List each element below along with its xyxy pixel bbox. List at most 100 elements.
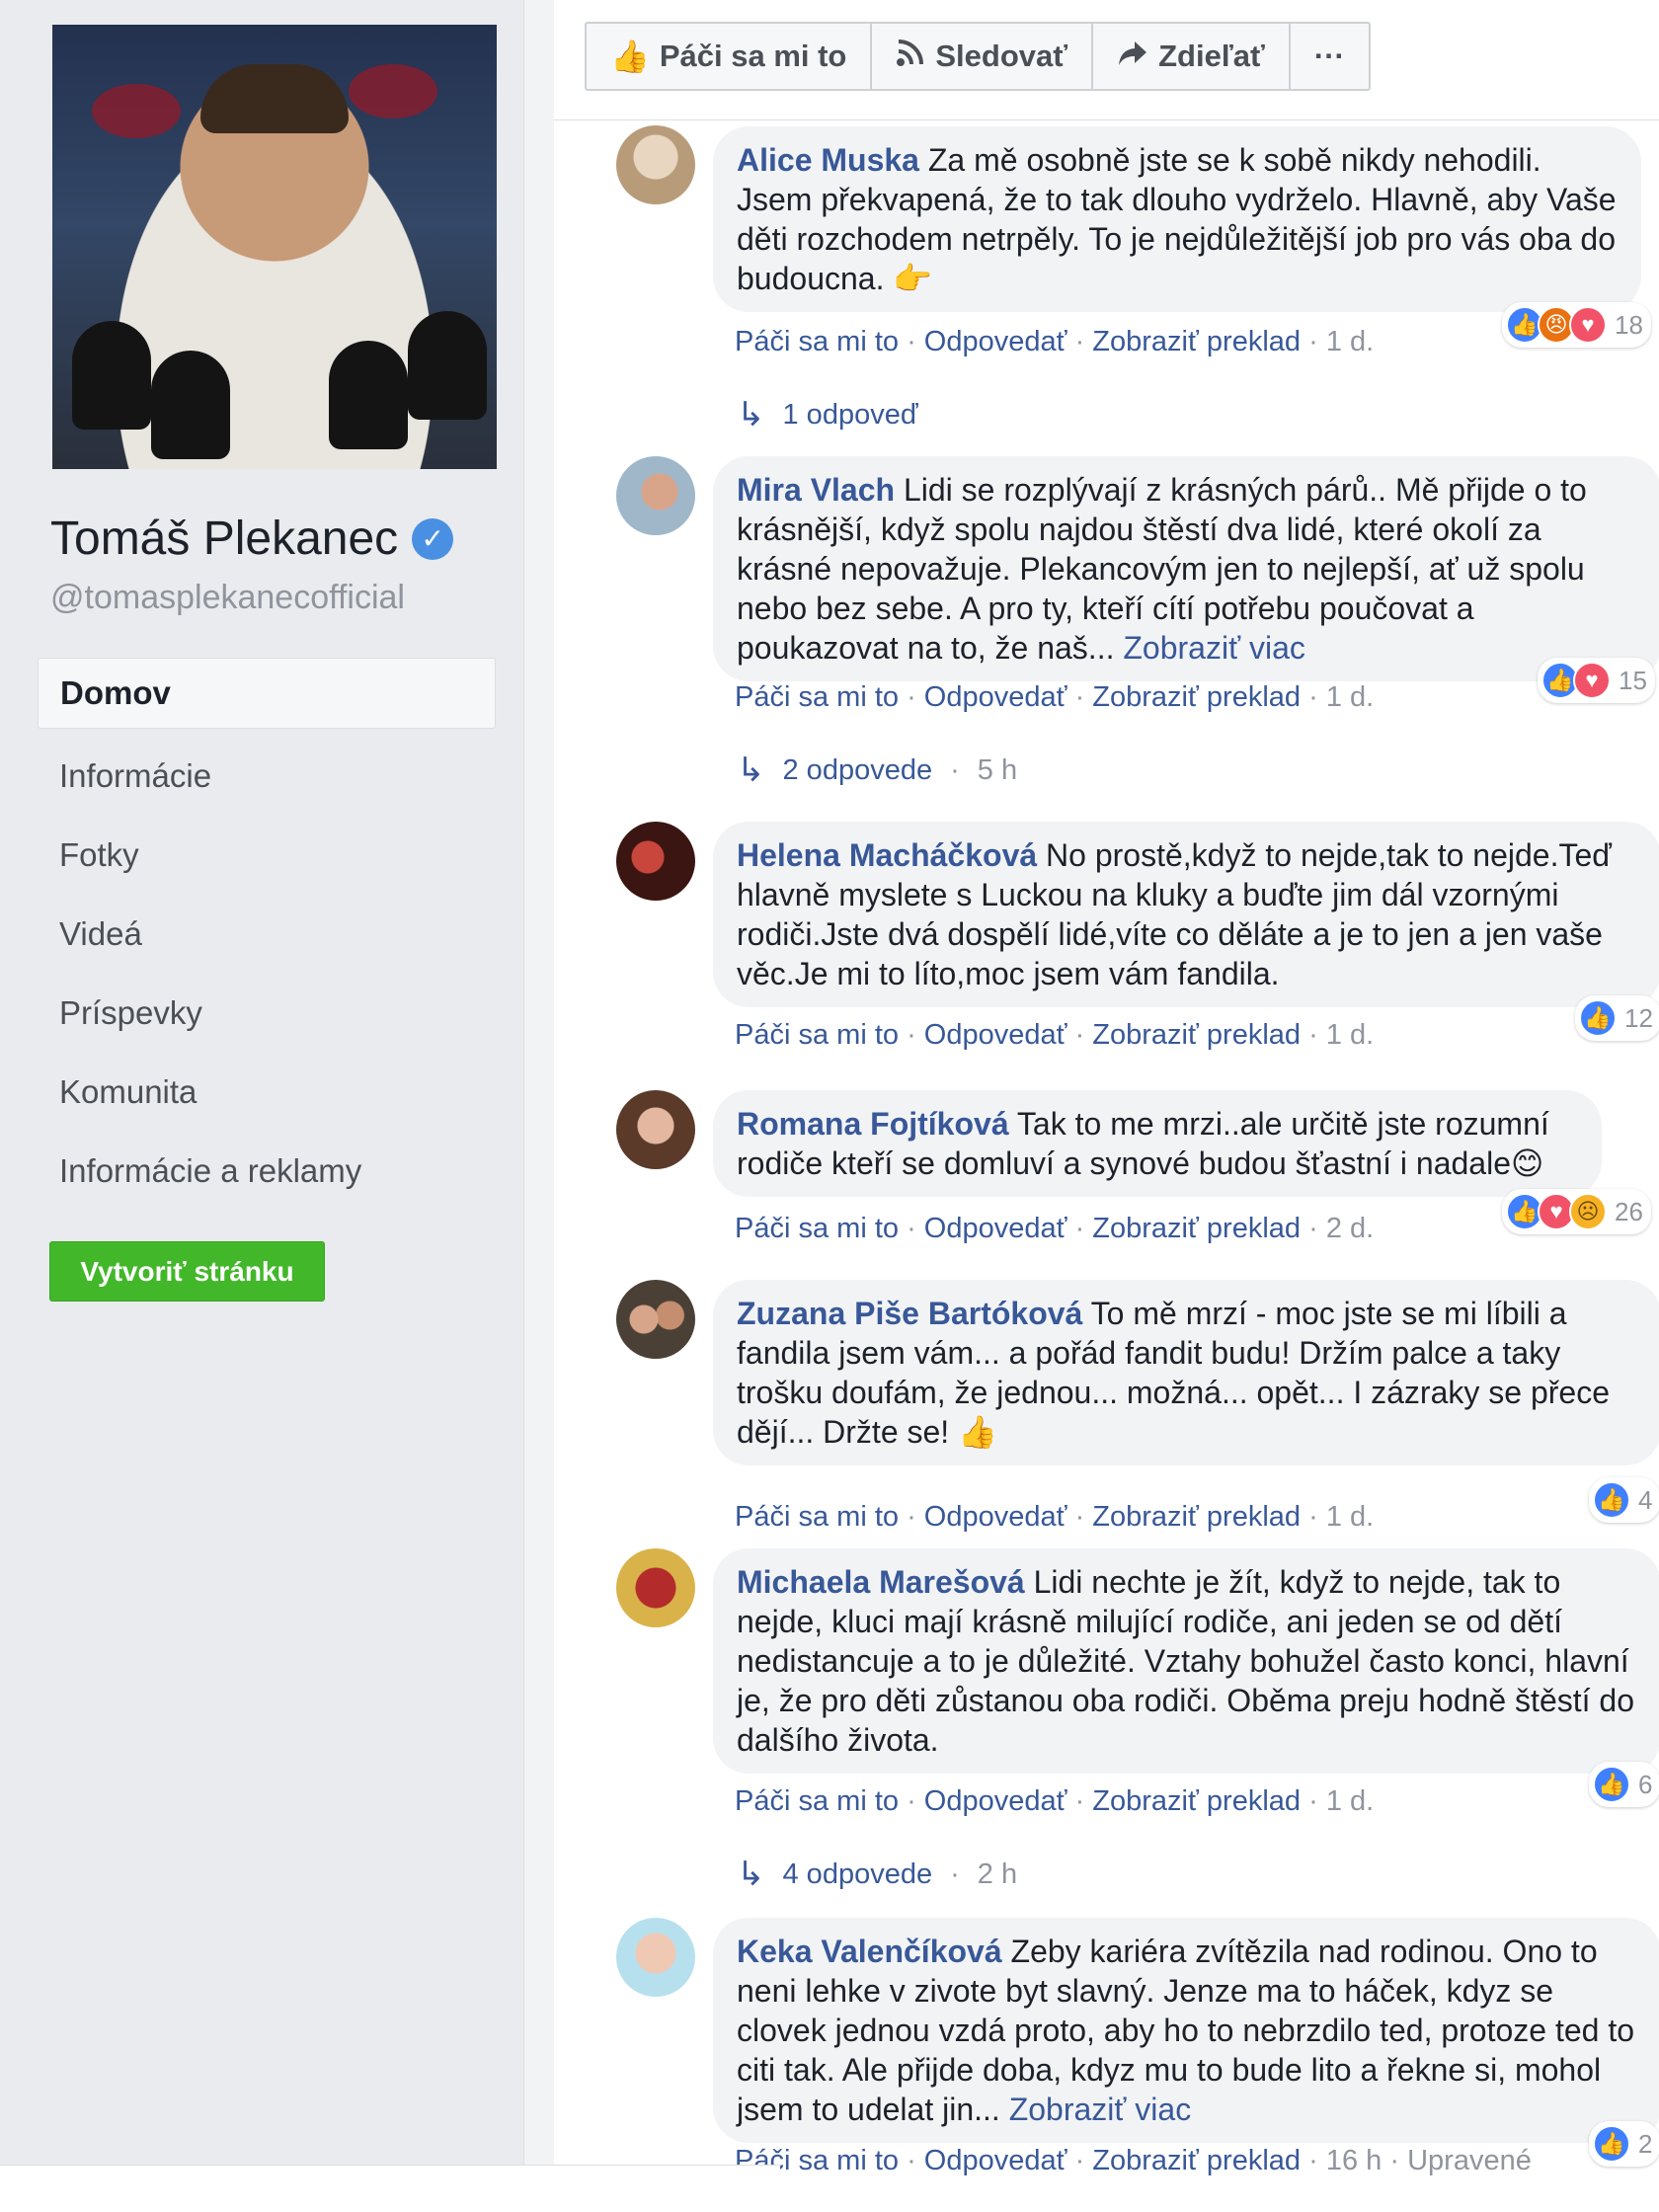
reaction-count: 15: [1619, 665, 1647, 695]
page-name-text[interactable]: Tomáš Plekanec: [50, 512, 398, 566]
nav-item-informacie[interactable]: Informácie: [38, 737, 496, 816]
comment-time[interactable]: 1 d.: [1326, 681, 1374, 713]
comment-actions: Páči sa mi to · Odpovedať · Zobraziť pre…: [735, 2145, 1532, 2176]
reply-arrow-icon: ↳: [737, 1856, 765, 1893]
reaction-summary[interactable]: 👍 12: [1575, 995, 1659, 1041]
comment-time[interactable]: 1 d.: [1326, 1785, 1374, 1817]
action-button-group: 👍 Páči sa mi to Sledovať Zdieľať ···: [585, 22, 1371, 91]
reaction-count: 18: [1615, 309, 1643, 340]
comment-reply-link[interactable]: Odpovedať: [924, 1213, 1067, 1244]
replies-time: 5 h: [977, 753, 1018, 786]
more-options-button[interactable]: ···: [1291, 24, 1369, 89]
verified-check-icon: ✓: [412, 517, 454, 560]
comment-actions: Páči sa mi to · Odpovedať · Zobraziť pre…: [735, 1501, 1375, 1533]
comment-author[interactable]: Alice Muska: [737, 142, 919, 178]
microphone: [72, 321, 151, 430]
comment-like-link[interactable]: Páči sa mi to: [735, 1213, 899, 1244]
microphone: [408, 311, 487, 420]
avatar[interactable]: [616, 456, 695, 535]
comment-translate-link[interactable]: Zobraziť preklad: [1092, 2145, 1301, 2176]
comment-author[interactable]: Zuzana Piše Bartóková: [737, 1296, 1082, 1331]
comment-time[interactable]: 16 h: [1326, 2145, 1382, 2176]
avatar[interactable]: [616, 822, 695, 901]
edited-label[interactable]: Upravené: [1407, 2145, 1532, 2176]
comment-bubble: Alice Muska Za mě osobně jste se k sobě …: [713, 126, 1641, 312]
comment-bubble: Mira Vlach Lidi se rozplývají z krásných…: [713, 456, 1659, 681]
follow-button[interactable]: Sledovať: [872, 24, 1094, 89]
avatar[interactable]: [616, 1918, 695, 1997]
nav-item-domov[interactable]: Domov: [38, 658, 496, 729]
reaction-count: 4: [1638, 1484, 1653, 1515]
comment-translate-link[interactable]: Zobraziť preklad: [1092, 1501, 1301, 1533]
comment-translate-link[interactable]: Zobraziť preklad: [1092, 681, 1301, 713]
comment-author[interactable]: Helena Macháčková: [737, 837, 1037, 873]
comment-author[interactable]: Michaela Marešová: [737, 1564, 1025, 1600]
share-label: Zdieľať: [1158, 39, 1265, 73]
avatar[interactable]: [616, 125, 695, 204]
comment-reply-link[interactable]: Odpovedať: [924, 1785, 1067, 1817]
comment-author[interactable]: Mira Vlach: [737, 472, 895, 508]
comment-actions: Páči sa mi to · Odpovedať · Zobraziť pre…: [735, 1785, 1375, 1817]
left-sidebar: Tomáš Plekanec ✓ @tomasplekanecofficial …: [0, 0, 524, 2212]
replies-count[interactable]: 1 odpoveď: [783, 399, 918, 432]
post-action-bar: 👍 Páči sa mi to Sledovať Zdieľať ···: [554, 0, 1659, 120]
view-replies-link[interactable]: ↳ 4 odpovede · 2 h: [737, 1855, 1017, 1894]
avatar[interactable]: [616, 1280, 695, 1359]
show-more-link[interactable]: Zobraziť viac: [1123, 630, 1305, 666]
nav-item-komunita[interactable]: Komunita: [38, 1053, 496, 1132]
comment-reply-link[interactable]: Odpovedať: [924, 681, 1067, 713]
reaction-summary[interactable]: 👍 6: [1589, 1762, 1659, 1807]
comment-translate-link[interactable]: Zobraziť preklad: [1092, 1019, 1301, 1051]
reaction-count: 2: [1638, 2128, 1653, 2159]
comment-author[interactable]: Keka Valenčíková: [737, 1934, 1002, 1969]
view-replies-link[interactable]: ↳ 2 odpovede · 5 h: [737, 750, 1017, 790]
comment-like-link[interactable]: Páči sa mi to: [735, 681, 899, 713]
show-more-link[interactable]: Zobraziť viac: [1009, 2092, 1192, 2127]
microphone: [151, 351, 230, 459]
create-page-button[interactable]: Vytvoriť stránku: [49, 1241, 325, 1302]
replies-count[interactable]: 2 odpovede: [783, 754, 933, 787]
reaction-summary[interactable]: 👍 ♥ 15: [1538, 658, 1655, 703]
comment-actions: Páči sa mi to · Odpovedať · Zobraziť pre…: [735, 1019, 1375, 1051]
nav-item-prispevky[interactable]: Príspevky: [38, 974, 496, 1053]
comment-author[interactable]: Romana Fojtíková: [737, 1106, 1009, 1142]
page-name[interactable]: Tomáš Plekanec ✓: [50, 512, 454, 566]
comment-like-link[interactable]: Páči sa mi to: [735, 326, 899, 357]
comment-time[interactable]: 1 d.: [1326, 1501, 1374, 1533]
reaction-summary[interactable]: 👍 2: [1589, 2121, 1659, 2167]
replies-count[interactable]: 4 odpovede: [783, 1858, 933, 1891]
nav-item-videa[interactable]: Videá: [38, 895, 496, 974]
reaction-summary[interactable]: 👍 4: [1589, 1477, 1659, 1523]
comment-time[interactable]: 2 d.: [1326, 1213, 1374, 1244]
background-logo: [349, 64, 437, 118]
view-replies-link[interactable]: ↳ 1 odpoveď: [737, 395, 918, 434]
comment-reply-link[interactable]: Odpovedať: [924, 326, 1067, 357]
comment-translate-link[interactable]: Zobraziť preklad: [1092, 326, 1301, 357]
comment-like-link[interactable]: Páči sa mi to: [735, 1501, 899, 1533]
profile-photo[interactable]: [52, 25, 497, 469]
comment-translate-link[interactable]: Zobraziť preklad: [1092, 1213, 1301, 1244]
comment-time[interactable]: 1 d.: [1326, 326, 1374, 357]
avatar[interactable]: [616, 1548, 695, 1627]
sad-reaction-icon: ☹: [1569, 1193, 1607, 1230]
comment-translate-link[interactable]: Zobraziť preklad: [1092, 1785, 1301, 1817]
avatar[interactable]: [616, 1090, 695, 1169]
comment-reply-link[interactable]: Odpovedať: [924, 1501, 1067, 1533]
nav-item-fotky[interactable]: Fotky: [38, 816, 496, 895]
reaction-summary[interactable]: 👍 😠 ♥ 18: [1502, 302, 1651, 348]
more-dots-icon: ···: [1313, 39, 1345, 73]
comment-reply-link[interactable]: Odpovedať: [924, 1019, 1067, 1051]
comment-time[interactable]: 1 d.: [1326, 1019, 1374, 1051]
comment-like-link[interactable]: Páči sa mi to: [735, 1019, 899, 1051]
nav-item-informacie-a-reklamy[interactable]: Informácie a reklamy: [38, 1132, 496, 1211]
comment-reply-link[interactable]: Odpovedať: [924, 2145, 1067, 2176]
page-nav: Domov Informácie Fotky Videá Príspevky K…: [38, 658, 496, 1211]
reaction-count: 12: [1624, 1002, 1653, 1033]
comment-like-link[interactable]: Páči sa mi to: [735, 1785, 899, 1817]
rss-icon: [896, 38, 925, 75]
share-button[interactable]: Zdieľať: [1093, 24, 1291, 89]
like-page-button[interactable]: 👍 Páči sa mi to: [587, 24, 873, 89]
love-reaction-icon: ♥: [1569, 306, 1607, 344]
reaction-summary[interactable]: 👍 ♥ ☹ 26: [1502, 1189, 1651, 1234]
like-page-label: Páči sa mi to: [659, 39, 847, 73]
